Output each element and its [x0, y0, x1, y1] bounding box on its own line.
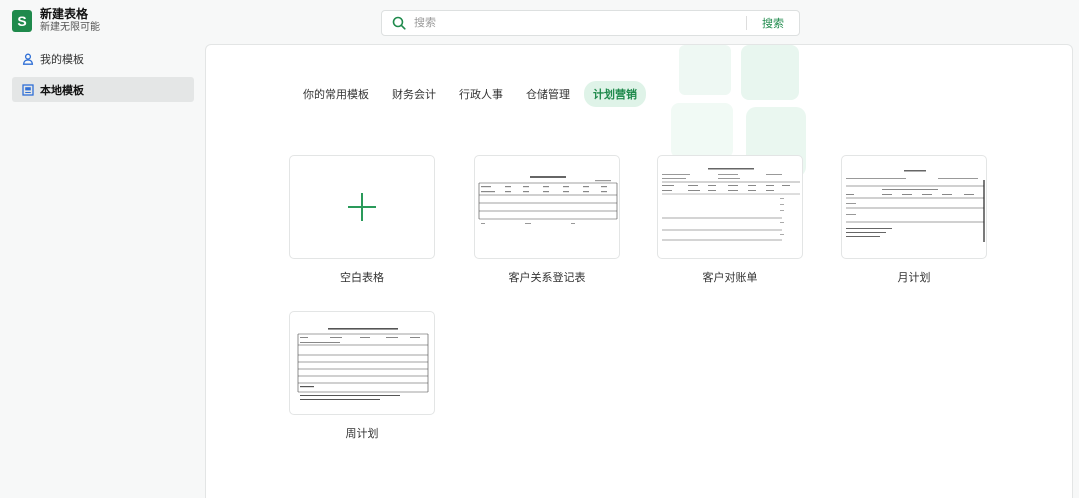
sheet-preview-icon — [297, 328, 429, 400]
template-thumbnail[interactable] — [289, 311, 435, 415]
sheet-preview-icon — [846, 170, 985, 242]
template-label: 月计划 — [897, 272, 931, 284]
tab-planning-marketing[interactable]: 计划营销 — [584, 81, 646, 107]
sidebar-item-label: 本地模板 — [40, 84, 84, 97]
sidebar-item-my-templates[interactable]: 我的模板 — [12, 46, 194, 71]
search-input[interactable] — [414, 17, 746, 29]
template-thumbnail[interactable] — [657, 155, 803, 259]
tab-frequent[interactable]: 你的常用模板 — [294, 81, 378, 107]
sidebar-item-local-templates[interactable]: 本地模板 — [12, 77, 194, 102]
template-card-blank[interactable]: 空白表格 — [289, 155, 435, 285]
app-title-block: 新建表格 新建无限可能 — [40, 7, 100, 33]
search-icon — [392, 16, 406, 30]
app-brand: S 新建表格 新建无限可能 — [12, 7, 100, 33]
tab-warehouse[interactable]: 仓储管理 — [517, 81, 579, 107]
sidebar-item-label: 我的模板 — [40, 53, 84, 66]
sidebar: 我的模板 本地模板 — [12, 46, 194, 108]
app-subtitle: 新建无限可能 — [40, 21, 100, 33]
template-card-customer-statement[interactable]: 客户对账单 — [657, 155, 803, 285]
sheet-preview-icon — [662, 168, 800, 241]
app-logo-icon: S — [12, 9, 32, 32]
template-card-weekly-plan[interactable]: 周计划 — [289, 311, 435, 441]
template-card-customer-relationship[interactable]: 客户关系登记表 — [474, 155, 620, 285]
tab-finance[interactable]: 财务会计 — [383, 81, 445, 107]
template-thumbnail[interactable] — [841, 155, 987, 259]
sheet-preview-icon — [478, 176, 618, 224]
user-icon — [22, 53, 34, 65]
template-panel: 你的常用模板 财务会计 行政人事 仓储管理 计划营销 空白表格 客户关系登记表 … — [205, 44, 1073, 498]
plus-icon — [348, 193, 376, 221]
template-thumbnail[interactable] — [289, 155, 435, 259]
app-title: 新建表格 — [40, 7, 89, 21]
template-label: 空白表格 — [340, 272, 384, 284]
tab-hr-admin[interactable]: 行政人事 — [450, 81, 512, 107]
template-label: 客户对账单 — [702, 272, 758, 284]
search-button[interactable]: 搜索 — [747, 15, 799, 31]
template-thumbnail[interactable] — [474, 155, 620, 259]
search-bar: 搜索 — [381, 10, 800, 36]
category-tabs: 你的常用模板 财务会计 行政人事 仓储管理 计划营销 — [294, 81, 651, 107]
template-icon — [22, 83, 34, 96]
template-label: 客户关系登记表 — [508, 272, 586, 284]
template-label: 周计划 — [345, 428, 379, 440]
template-card-monthly-plan[interactable]: 月计划 — [841, 155, 987, 285]
